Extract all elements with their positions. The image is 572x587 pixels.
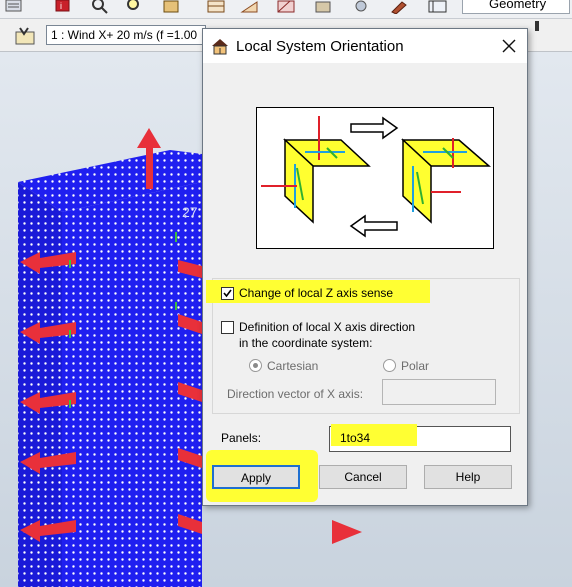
svg-text:i: i bbox=[60, 1, 62, 11]
direction-vector-label: Direction vector of X axis: bbox=[227, 387, 364, 401]
checkmark-icon bbox=[223, 289, 232, 298]
panel-after-icon bbox=[401, 138, 492, 224]
help-button[interactable]: Help bbox=[424, 465, 512, 489]
info-icon[interactable]: i bbox=[54, 0, 74, 14]
layout-icon[interactable] bbox=[428, 0, 448, 14]
close-button[interactable] bbox=[497, 35, 521, 57]
tools-icon[interactable] bbox=[390, 0, 410, 15]
arrow-left-icon bbox=[349, 214, 398, 238]
load-icon[interactable] bbox=[352, 0, 372, 14]
orientation-illustration bbox=[256, 107, 494, 249]
definition-x-label-line2: in the coordinate system: bbox=[239, 336, 373, 350]
main-toolbar: i Geometry bbox=[0, 0, 572, 19]
zoom-window-icon[interactable] bbox=[125, 0, 145, 14]
polar-label: Polar bbox=[401, 359, 430, 373]
load-case-icon[interactable] bbox=[14, 26, 38, 49]
cancel-button[interactable]: Cancel bbox=[319, 465, 407, 489]
structure-type-value: Geometry bbox=[489, 0, 547, 11]
cartesian-label: Cartesian bbox=[267, 359, 319, 373]
panels-label: Panels: bbox=[221, 431, 262, 445]
panel-number-label: 27 bbox=[182, 204, 198, 220]
dialog-titlebar[interactable]: Local System Orientation bbox=[203, 29, 527, 63]
calculator-icon[interactable] bbox=[4, 0, 24, 14]
direction-vector-input[interactable] bbox=[382, 379, 496, 405]
zoom-icon[interactable] bbox=[90, 0, 110, 14]
hatch-icon[interactable] bbox=[277, 0, 297, 14]
local-system-orientation-dialog: Local System Orientation Change of local… bbox=[202, 28, 528, 506]
definition-x-label-line1[interactable]: Definition of local X axis direction bbox=[239, 320, 415, 334]
section-icon[interactable] bbox=[240, 0, 260, 14]
change-z-checkbox[interactable] bbox=[221, 287, 234, 300]
definition-x-checkbox[interactable] bbox=[221, 321, 234, 334]
load-case-value: 1 : Wind X+ 20 m/s (f =1.00 bbox=[51, 28, 198, 42]
polar-radio[interactable] bbox=[383, 359, 396, 372]
toolbar-marker-icon bbox=[530, 21, 544, 36]
load-case-select[interactable]: 1 : Wind X+ 20 m/s (f =1.00 bbox=[46, 25, 206, 45]
close-icon bbox=[497, 39, 521, 60]
dialog-title: Local System Orientation bbox=[236, 38, 404, 55]
panels-input[interactable]: 1to34 bbox=[329, 424, 511, 452]
view-icon[interactable] bbox=[314, 0, 334, 14]
cartesian-radio[interactable] bbox=[249, 359, 262, 372]
change-z-label[interactable]: Change of local Z axis sense bbox=[239, 286, 393, 300]
pan-icon[interactable] bbox=[162, 0, 182, 14]
structure-type-select[interactable]: Geometry bbox=[462, 0, 570, 14]
grid-icon[interactable] bbox=[207, 0, 227, 14]
app-icon bbox=[211, 37, 229, 58]
panels-value: 1to34 bbox=[340, 431, 371, 445]
arrow-right-icon bbox=[350, 116, 399, 140]
apply-button[interactable]: Apply bbox=[212, 465, 300, 489]
